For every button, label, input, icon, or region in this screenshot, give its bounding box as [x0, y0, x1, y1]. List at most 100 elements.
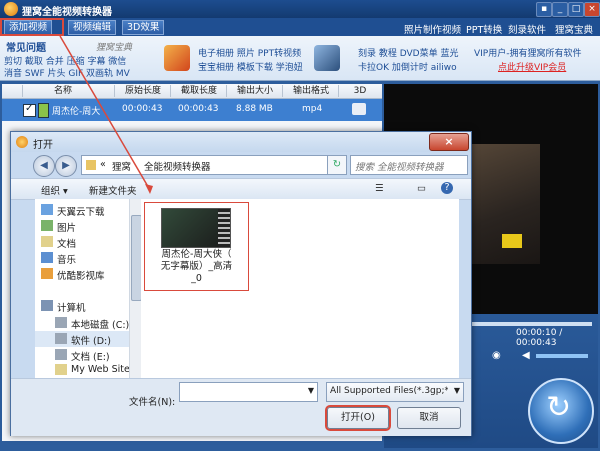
ppt-icon [164, 45, 190, 71]
burn-links-1[interactable]: 刻录 教程 DVD菜单 蓝光 [358, 46, 458, 59]
volume-slider[interactable] [536, 354, 588, 358]
col-orig-length[interactable]: 原始长度 [114, 85, 171, 97]
nav-item-drive-d[interactable]: 软件 (D:) [71, 333, 111, 347]
address-row: ◀ ▶ « 狸窝 全能视频转换器 ↻ 搜索 全能视频转换器 [11, 152, 471, 178]
3d-toggle-icon[interactable] [352, 103, 366, 115]
film-strip-icon [218, 209, 230, 247]
computer-icon [41, 300, 53, 311]
row-format: mp4 [302, 104, 323, 114]
websites-icon [55, 364, 67, 375]
file-list-header: 名称 原始长度 截取长度 输出大小 输出格式 3D [2, 84, 382, 99]
dvd-icon [314, 45, 340, 71]
nav-item-drive-e[interactable]: 文档 (E:) [71, 349, 110, 363]
file-item[interactable]: 周杰伦-周大侠（ 无字幕版）_高清 _0 [144, 202, 249, 291]
nav-scrollbar[interactable] [129, 199, 142, 378]
edit-video-button[interactable]: 视频编辑 [68, 20, 117, 35]
row-cut: 00:00:43 [178, 104, 219, 114]
row-orig: 00:00:43 [122, 104, 163, 114]
filetype-chevron-icon[interactable]: ▼ [454, 386, 460, 395]
minimize-button[interactable]: _ [552, 2, 568, 17]
album-links-1[interactable]: 电子相册 照片 PPT转视频 [198, 46, 301, 59]
volume-icon[interactable]: ◀ [522, 350, 530, 361]
address-bar[interactable]: « 狸窝 全能视频转换器 [81, 155, 328, 175]
ppt-convert-link[interactable]: PPT转换 [466, 22, 502, 36]
youku-icon [41, 268, 53, 279]
video-file-icon [38, 103, 49, 118]
col-output-format[interactable]: 输出格式 [282, 85, 339, 97]
breadcrumb-liwo[interactable]: 狸窝 [112, 159, 131, 173]
command-bar: 组织 ▾ 新建文件夹 ☰ ▭ ? [11, 178, 471, 200]
drive-c-icon [55, 317, 67, 328]
row-checkbox[interactable]: ✓ [23, 103, 36, 117]
file-area: 周杰伦-周大侠（ 无字幕版）_高清 _0 [141, 199, 459, 378]
baodian-link[interactable]: 狸窝宝典 [96, 40, 132, 53]
dialog-titlebar: 打开 × [11, 132, 471, 152]
organize-menu[interactable]: 组织 ▾ [41, 183, 68, 197]
nav-item-youku[interactable]: 优酷影视库 [57, 268, 105, 282]
close-button[interactable]: × [584, 2, 600, 17]
nav-item-cloud[interactable]: 天翼云下载 [57, 204, 105, 218]
nav-item-music[interactable]: 音乐 [57, 252, 76, 266]
nav-item-computer[interactable]: 计算机 [57, 300, 86, 314]
dialog-logo-icon [16, 136, 28, 148]
col-cut-length[interactable]: 截取长度 [170, 85, 227, 97]
help-icon[interactable]: ? [441, 182, 453, 194]
filetype-value: All Supported Files(*.3gp;*.3 [330, 386, 448, 396]
liwo-guide-link[interactable]: 狸窝宝典 [555, 22, 593, 36]
dialog-title: 打开 [33, 140, 53, 151]
main-toolbar: 添加视频 视频编辑 3D效果 照片制作视频 PPT转换 刻录软件 狸窝宝典 [0, 18, 600, 36]
3d-effect-button[interactable]: 3D效果 [122, 20, 165, 35]
convert-button[interactable]: ↻ [528, 378, 594, 444]
breadcrumb-converter[interactable]: 全能视频转换器 [144, 159, 211, 173]
refresh-icon: ↻ [546, 390, 572, 425]
view-icon[interactable]: ☰ [375, 183, 384, 194]
filename-label: 文件名(N): [129, 397, 176, 408]
skin-icon[interactable]: ▪ [536, 2, 552, 17]
filename-input[interactable]: ▼ [179, 382, 318, 402]
refresh-button[interactable]: ↻ [327, 155, 347, 175]
breadcrumb-overflow[interactable]: « [100, 159, 106, 170]
vip-text: VIP用户-拥有狸窝所有软件 [474, 49, 582, 59]
music-icon [41, 252, 53, 263]
filetype-select[interactable]: All Supported Files(*.3gp;*.3 ▼ [326, 382, 464, 402]
col-name[interactable]: 名称 [22, 85, 103, 97]
nav-item-documents[interactable]: 文档 [57, 236, 76, 250]
back-button[interactable]: ◀ [33, 155, 55, 177]
row-name: 周杰伦-周大 [52, 107, 101, 117]
banner: 常见问题 狸窝宝典 剪切 截取 合并 压缩 字幕 微信 消音 SWF 片头 GI… [0, 36, 600, 81]
table-row[interactable]: ✓ 周杰伦-周大 00:00:43 00:00:43 8.88 MB mp4 [2, 99, 382, 121]
burn-software-link[interactable]: 刻录软件 [508, 22, 546, 36]
forward-button[interactable]: ▶ [55, 155, 77, 177]
app-title: 狸窝全能视频转换器 [22, 7, 112, 18]
drive-e-icon [55, 349, 67, 360]
faq-links-2[interactable]: 消音 SWF 片头 GIF 双画轨 MV [4, 66, 130, 79]
app-logo-icon [4, 2, 18, 16]
nav-item-pictures[interactable]: 图片 [57, 220, 76, 234]
cancel-button[interactable]: 取消 [397, 407, 461, 429]
app-titlebar: 狸窝全能视频转换器 ▪ _ □ × [0, 0, 600, 18]
album-links-2[interactable]: 宝宝相册 模板下载 学泡妞 [198, 60, 303, 73]
nav-item-drive-c[interactable]: 本地磁盘 (C:) [71, 317, 129, 331]
new-folder-button[interactable]: 新建文件夹 [89, 183, 137, 197]
search-placeholder: 搜索 全能视频转换器 [355, 162, 444, 173]
highlight-add-video [0, 18, 64, 36]
cloud-icon [41, 204, 53, 215]
pictures-icon [41, 220, 53, 231]
col-output-size[interactable]: 输出大小 [226, 85, 283, 97]
vip-upgrade-link[interactable]: 点此升级VIP会员 [498, 60, 566, 73]
search-input[interactable]: 搜索 全能视频转换器 [350, 155, 468, 175]
open-dialog: 打开 × ◀ ▶ « 狸窝 全能视频转换器 ↻ 搜索 全能视频转换器 组织 ▾ … [10, 131, 472, 436]
col-3d[interactable]: 3D [338, 85, 381, 97]
burn-links-2[interactable]: 卡拉OK 加倒计时 ailiwo [358, 60, 457, 73]
documents-icon [41, 236, 53, 247]
preview-pane-icon[interactable]: ▭ [417, 183, 426, 194]
faq-title[interactable]: 常见问题 [6, 39, 46, 54]
open-button[interactable]: 打开(O) [325, 405, 391, 431]
chevron-down-icon[interactable]: ▼ [308, 386, 314, 395]
camera-icon[interactable]: ◉ [492, 350, 501, 361]
photo-video-link[interactable]: 照片制作视频 [404, 22, 461, 36]
preview-mic [502, 234, 522, 248]
video-thumbnail [161, 208, 231, 248]
dialog-close-button[interactable]: × [429, 133, 469, 151]
maximize-button[interactable]: □ [568, 2, 584, 17]
